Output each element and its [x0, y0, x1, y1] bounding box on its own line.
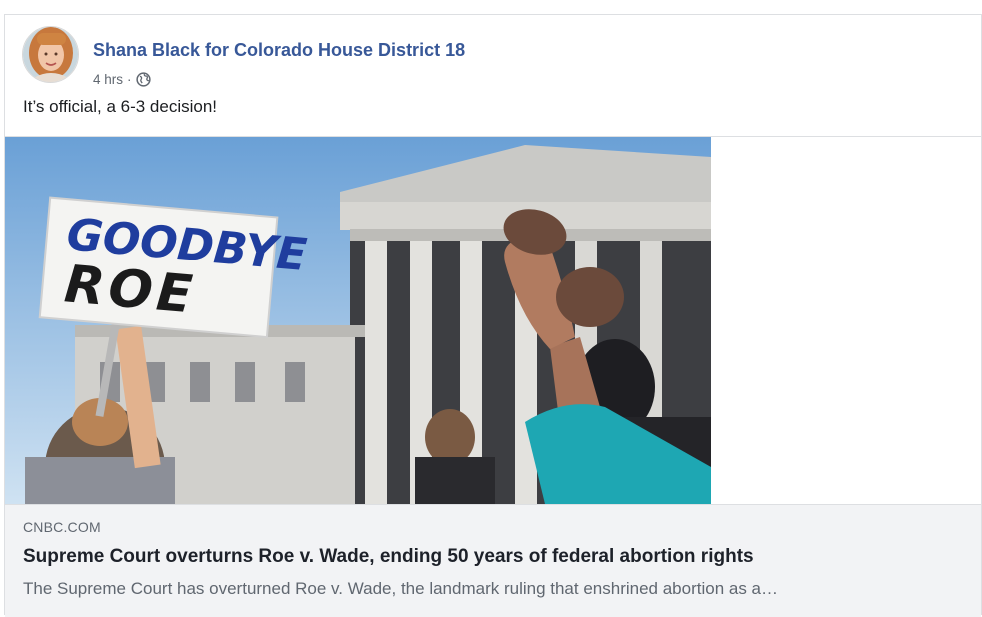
- link-attachment[interactable]: GOODBYE ROE CNBC.COM Supreme Court overt…: [5, 136, 981, 617]
- post-message: It’s official, a 6-3 decision!: [23, 97, 218, 116]
- link-description: The Supreme Court has overturned Roe v. …: [23, 579, 779, 598]
- feed-post: Shana Black for Colorado House District …: [4, 14, 982, 617]
- author-avatar[interactable]: [22, 26, 79, 83]
- post-meta: 4 hrs ·: [93, 72, 151, 87]
- link-preview-details[interactable]: CNBC.COM Supreme Court overturns Roe v. …: [5, 504, 981, 617]
- author-name-link[interactable]: Shana Black for Colorado House District …: [93, 40, 465, 61]
- post-timestamp[interactable]: 4 hrs: [93, 72, 123, 87]
- link-domain: CNBC.COM: [23, 519, 101, 535]
- link-headline[interactable]: Supreme Court overturns Roe v. Wade, end…: [23, 546, 754, 568]
- meta-separator: ·: [127, 72, 132, 87]
- article-photo[interactable]: GOODBYE ROE: [5, 137, 711, 504]
- globe-icon[interactable]: [135, 72, 151, 87]
- avatar-image: [23, 27, 78, 82]
- post-header: Shana Black for Colorado House District …: [22, 26, 922, 87]
- sign-text-line2: ROE: [62, 254, 199, 325]
